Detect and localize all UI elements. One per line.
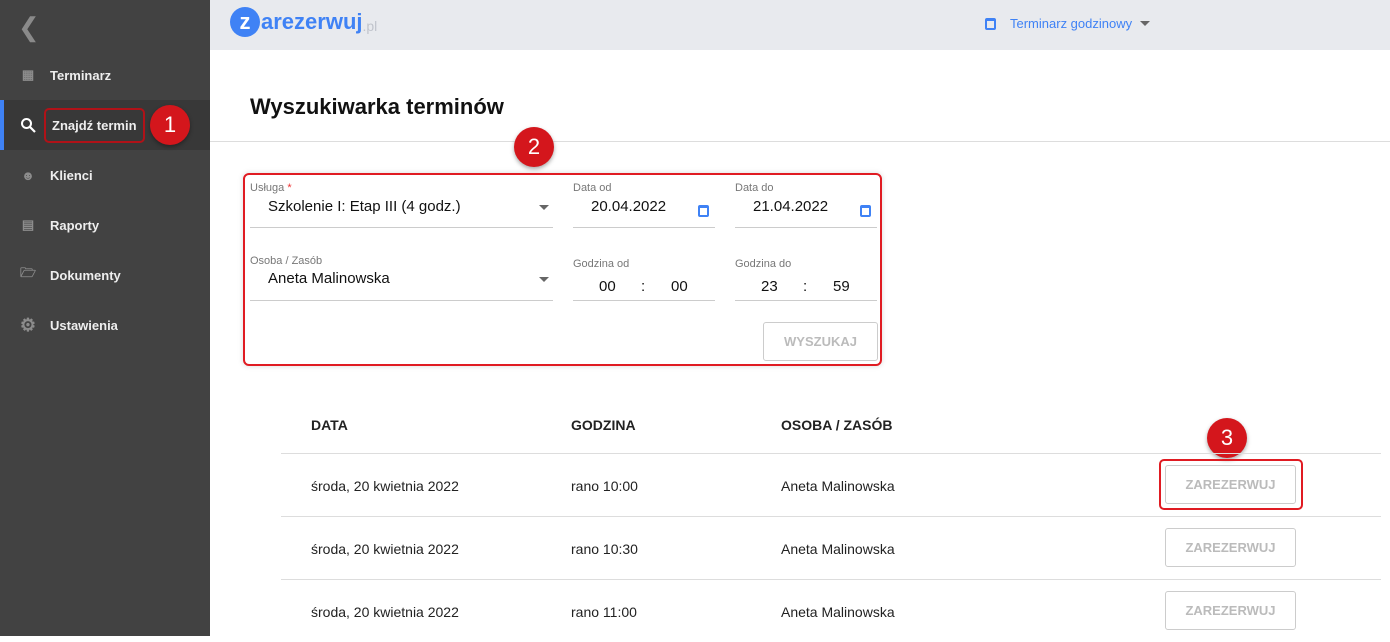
time-to-label: Godzina do: [735, 258, 792, 270]
time-to-input[interactable]: 23 : 59: [735, 271, 877, 301]
sidebar-item-dokumenty[interactable]: 🗁 Dokumenty: [0, 250, 210, 300]
chevron-down-icon: [1140, 21, 1151, 26]
gear-icon: ⚙: [19, 314, 37, 335]
row-person: Aneta Malinowska: [781, 604, 895, 620]
time-from-input[interactable]: 00 : 00: [573, 271, 715, 301]
column-header-date: DATA: [311, 417, 348, 433]
view-selector-label: Terminarz godzinowy: [1010, 16, 1133, 31]
search-button[interactable]: WYSZUKAJ: [763, 322, 878, 361]
search-form: Usługa * Szkolenie I: Etap III (4 godz.)…: [243, 173, 882, 366]
reserve-button[interactable]: ZAREZERWUJ: [1165, 528, 1296, 567]
sidebar-item-label: Klienci: [50, 167, 93, 183]
calendar-icon[interactable]: [698, 205, 709, 217]
person-select[interactable]: Aneta Malinowska: [250, 265, 553, 301]
table-row: środa, 20 kwietnia 2022 rano 10:00 Aneta…: [281, 454, 1381, 516]
row-date: środa, 20 kwietnia 2022: [311, 604, 459, 620]
sidebar-item-label: Terminarz: [50, 67, 112, 83]
view-selector[interactable]: Terminarz godzinowy: [985, 16, 1151, 31]
table-row: środa, 20 kwietnia 2022 rano 11:00 Aneta…: [281, 580, 1381, 642]
sidebar-item-raporty[interactable]: ▤ Raporty: [0, 200, 210, 250]
logo[interactable]: z arezerwuj .pl: [230, 7, 377, 37]
row-date: środa, 20 kwietnia 2022: [311, 478, 459, 494]
column-header-person: OSOBA / ZASÓB: [781, 417, 893, 433]
sidebar-item-terminarz[interactable]: ▦ Terminarz: [0, 50, 210, 100]
time-separator: :: [803, 278, 808, 295]
back-chevron-icon[interactable]: ❮: [18, 12, 40, 43]
column-header-time: GODZINA: [571, 417, 636, 433]
time-from-minutes[interactable]: 00: [671, 278, 688, 295]
folder-icon: 🗁: [19, 265, 37, 280]
table-row: środa, 20 kwietnia 2022 rano 10:30 Aneta…: [281, 517, 1381, 579]
date-to-value: 21.04.2022: [753, 198, 829, 215]
row-person: Aneta Malinowska: [781, 478, 895, 494]
top-bar: z arezerwuj .pl Terminarz godzinowy: [210, 0, 1390, 50]
calendar-icon: [985, 17, 996, 30]
page-title: Wyszukiwarka terminów: [250, 94, 504, 119]
sidebar-item-label: Dokumenty: [50, 267, 121, 283]
sidebar-item-label: Ustawienia: [50, 317, 118, 333]
sidebar: ❮ ▦ Terminarz Znajdź termin ☻ Klienci ▤ Rap…: [0, 0, 210, 636]
annotation-badge-3: 3: [1207, 418, 1247, 458]
search-icon: [18, 115, 38, 135]
reserve-button[interactable]: ZAREZERWUJ: [1165, 591, 1296, 630]
row-time: rano 11:00: [571, 604, 637, 620]
person-value: Aneta Malinowska: [268, 270, 390, 287]
row-time: rano 10:30: [571, 541, 638, 557]
service-select[interactable]: Szkolenie I: Etap III (4 godz.): [250, 193, 553, 228]
calendar-icon: ▦: [21, 67, 35, 82]
logo-tld: .pl: [362, 18, 378, 34]
date-from-value: 20.04.2022: [591, 198, 667, 215]
date-to-input[interactable]: 21.04.2022: [735, 193, 877, 228]
sidebar-item-label: Raporty: [50, 217, 100, 233]
sidebar-item-klienci[interactable]: ☻ Klienci: [0, 150, 210, 200]
row-person: Aneta Malinowska: [781, 541, 895, 557]
annotation-badge-1: 1: [150, 105, 190, 145]
time-from-label: Godzina od: [573, 258, 630, 270]
reserve-button[interactable]: ZAREZERWUJ: [1165, 465, 1296, 504]
service-value: Szkolenie I: Etap III (4 godz.): [268, 198, 461, 215]
row-time: rano 10:00: [571, 478, 638, 494]
chevron-down-icon: [539, 277, 549, 282]
time-to-minutes[interactable]: 59: [833, 278, 850, 295]
time-separator: :: [641, 278, 646, 295]
time-to-hours[interactable]: 23: [761, 278, 778, 295]
logo-mark: z: [230, 7, 260, 37]
sidebar-item-label: Znajdź termin: [44, 107, 145, 143]
time-from-hours[interactable]: 00: [599, 278, 616, 295]
calendar-icon[interactable]: [860, 205, 871, 217]
divider: [210, 141, 1390, 142]
row-date: środa, 20 kwietnia 2022: [311, 541, 459, 557]
sidebar-item-ustawienia[interactable]: ⚙ Ustawienia: [0, 300, 210, 350]
date-from-input[interactable]: 20.04.2022: [573, 193, 715, 228]
annotation-badge-2: 2: [514, 127, 554, 167]
people-icon: ☻: [21, 167, 35, 183]
report-icon: ▤: [21, 217, 35, 232]
chevron-down-icon: [539, 205, 549, 210]
logo-text: arezerwuj: [261, 9, 363, 34]
